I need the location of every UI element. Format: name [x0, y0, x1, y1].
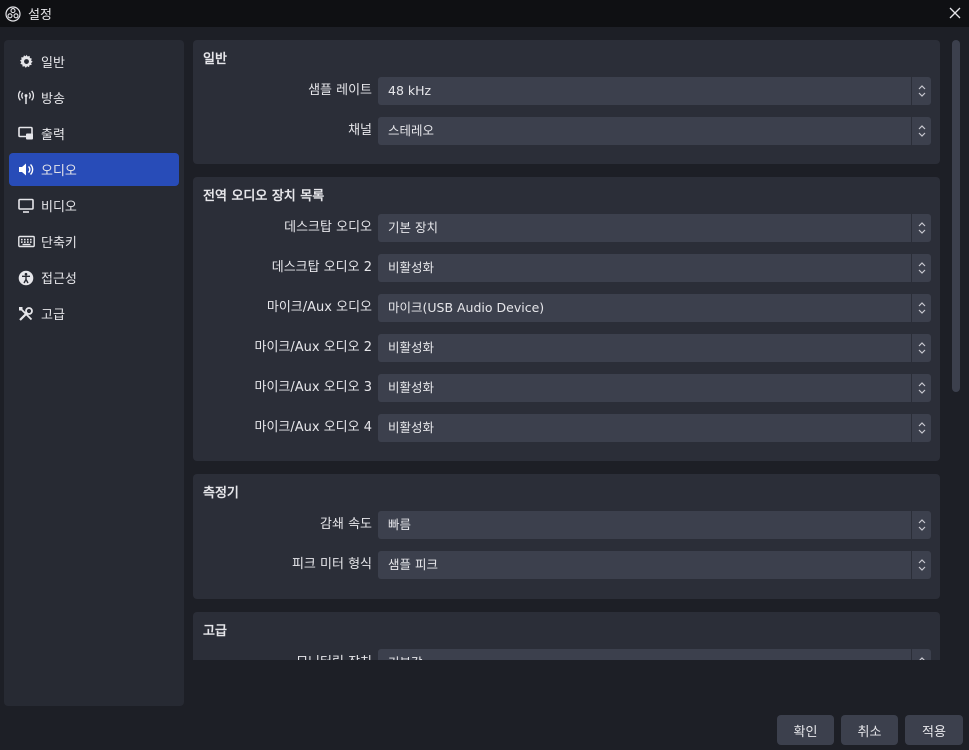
tools-icon	[17, 305, 35, 323]
combo-value: 샘플 피크	[388, 557, 438, 572]
combo-value: 48 kHz	[388, 83, 432, 98]
desktop-audio-row: 데스크탑 오디오 기본 장치	[193, 214, 940, 242]
combo-value: 비활성화	[388, 260, 435, 275]
gear-icon	[17, 53, 35, 71]
sidebar-item-label: 비디오	[41, 200, 77, 215]
channels-label: 채널	[348, 123, 372, 138]
ok-button[interactable]: 확인	[777, 715, 834, 745]
combo-value: 기본 장치	[388, 220, 438, 235]
mic-aux-2-label: 마이크/Aux 오디오 2	[254, 340, 372, 355]
desktop-audio-2-select[interactable]: 비활성화	[378, 254, 931, 282]
combo-value: 비활성화	[388, 420, 435, 435]
decay-rate-label: 감쇄 속도	[320, 517, 372, 532]
chevron-updown-icon	[911, 77, 931, 105]
combo-value: 비활성화	[388, 380, 435, 395]
mic-aux-2-select[interactable]: 비활성화	[378, 334, 931, 362]
sidebar-item-general[interactable]: 일반	[9, 45, 179, 78]
desktop-audio-2-row: 데스크탑 오디오 2 비활성화	[193, 254, 940, 282]
mic-aux-4-select[interactable]: 비활성화	[378, 414, 931, 442]
mic-aux-label: 마이크/Aux 오디오	[266, 300, 372, 315]
sidebar-item-label: 고급	[41, 308, 65, 323]
mic-aux-3-label: 마이크/Aux 오디오 3	[254, 380, 372, 395]
group-title: 고급	[203, 624, 227, 639]
group-title: 일반	[203, 52, 227, 67]
sidebar-item-stream[interactable]: 방송	[9, 81, 179, 114]
combo-value: 비활성화	[388, 340, 435, 355]
mic-aux-4-label: 마이크/Aux 오디오 4	[254, 420, 372, 435]
sample-rate-label: 샘플 레이트	[308, 83, 372, 98]
monitor-icon	[17, 197, 35, 215]
sidebar-item-hotkeys[interactable]: 단축키	[9, 225, 179, 258]
speaker-icon	[17, 161, 35, 179]
mic-aux-4-row: 마이크/Aux 오디오 4 비활성화	[193, 414, 940, 442]
combo-value: 스테레오	[388, 123, 435, 138]
keyboard-icon	[17, 233, 35, 251]
chevron-updown-icon	[911, 374, 931, 402]
desktop-audio-select[interactable]: 기본 장치	[378, 214, 931, 242]
peak-meter-type-row: 피크 미터 형식 샘플 피크	[193, 551, 940, 579]
advanced-group: 고급 모니터링 장치 기본값	[193, 612, 940, 660]
chevron-updown-icon	[911, 254, 931, 282]
sidebar-item-audio[interactable]: 오디오	[9, 153, 179, 186]
chevron-updown-icon	[911, 551, 931, 579]
scrollbar-thumb[interactable]	[952, 40, 960, 392]
sidebar-item-accessibility[interactable]: 접근성	[9, 261, 179, 294]
combo-value: 마이크(USB Audio Device)	[388, 300, 545, 315]
decay-rate-row: 감쇄 속도 빠름	[193, 511, 940, 539]
cancel-button[interactable]: 취소	[841, 715, 898, 745]
window-title: 설정	[28, 8, 52, 23]
general-group: 일반 샘플 레이트 48 kHz 채널 스테레오	[193, 40, 940, 164]
vertical-scrollbar[interactable]	[948, 40, 962, 660]
mic-aux-select[interactable]: 마이크(USB Audio Device)	[378, 294, 931, 322]
channels-row: 채널 스테레오	[193, 117, 940, 145]
sample-rate-row: 샘플 레이트 48 kHz	[193, 77, 940, 105]
mic-aux-2-row: 마이크/Aux 오디오 2 비활성화	[193, 334, 940, 362]
chevron-updown-icon	[911, 294, 931, 322]
sidebar-item-label: 접근성	[41, 272, 77, 287]
output-icon	[17, 125, 35, 143]
chevron-updown-icon	[911, 334, 931, 362]
sidebar-item-label: 오디오	[41, 164, 77, 179]
antenna-icon	[17, 89, 35, 107]
close-icon[interactable]	[945, 3, 965, 23]
sidebar-item-label: 방송	[41, 92, 65, 107]
sidebar-item-output[interactable]: 출력	[9, 117, 179, 150]
desktop-audio-label: 데스크탑 오디오	[284, 220, 372, 235]
apply-button[interactable]: 적용	[905, 715, 963, 745]
sidebar-item-advanced[interactable]: 고급	[9, 297, 179, 330]
group-title: 측정기	[203, 486, 239, 501]
desktop-audio-2-label: 데스크탑 오디오 2	[271, 260, 372, 275]
meters-group: 측정기 감쇄 속도 빠름 피크 미터 형식 샘플 피크	[193, 474, 940, 599]
peak-meter-type-label: 피크 미터 형식	[291, 557, 372, 572]
settings-content[interactable]: 일반 샘플 레이트 48 kHz 채널 스테레오 전역 오디오 장치 목록 데스…	[193, 40, 940, 660]
monitoring-device-row: 모니터링 장치 기본값	[193, 649, 940, 660]
chevron-updown-icon	[911, 214, 931, 242]
monitoring-device-select[interactable]: 기본값	[378, 649, 931, 660]
combo-value: 빠름	[388, 517, 412, 532]
obs-icon	[4, 5, 22, 23]
sidebar-item-video[interactable]: 비디오	[9, 189, 179, 222]
peak-meter-type-select[interactable]: 샘플 피크	[378, 551, 931, 579]
monitoring-device-label: 모니터링 장치	[296, 649, 372, 660]
sidebar-item-label: 일반	[41, 56, 65, 71]
settings-sidebar: 일반 방송 출력 오디오 비디오 단축키 접근성 고급	[4, 40, 184, 706]
global-audio-devices-group: 전역 오디오 장치 목록 데스크탑 오디오 기본 장치 데스크탑 오디오 2 비…	[193, 177, 940, 461]
chevron-updown-icon	[911, 649, 931, 660]
sidebar-item-label: 단축키	[41, 236, 77, 251]
title-bar: 설정	[0, 0, 969, 27]
mic-aux-3-row: 마이크/Aux 오디오 3 비활성화	[193, 374, 940, 402]
chevron-updown-icon	[911, 414, 931, 442]
sample-rate-select[interactable]: 48 kHz	[378, 77, 931, 105]
combo-value: 기본값	[388, 649, 423, 660]
mic-aux-3-select[interactable]: 비활성화	[378, 374, 931, 402]
decay-rate-select[interactable]: 빠름	[378, 511, 931, 539]
channels-select[interactable]: 스테레오	[378, 117, 931, 145]
sidebar-item-label: 출력	[41, 128, 65, 143]
group-title: 전역 오디오 장치 목록	[203, 189, 325, 204]
chevron-updown-icon	[911, 511, 931, 539]
mic-aux-row: 마이크/Aux 오디오 마이크(USB Audio Device)	[193, 294, 940, 322]
chevron-updown-icon	[911, 117, 931, 145]
accessibility-icon	[17, 269, 35, 287]
